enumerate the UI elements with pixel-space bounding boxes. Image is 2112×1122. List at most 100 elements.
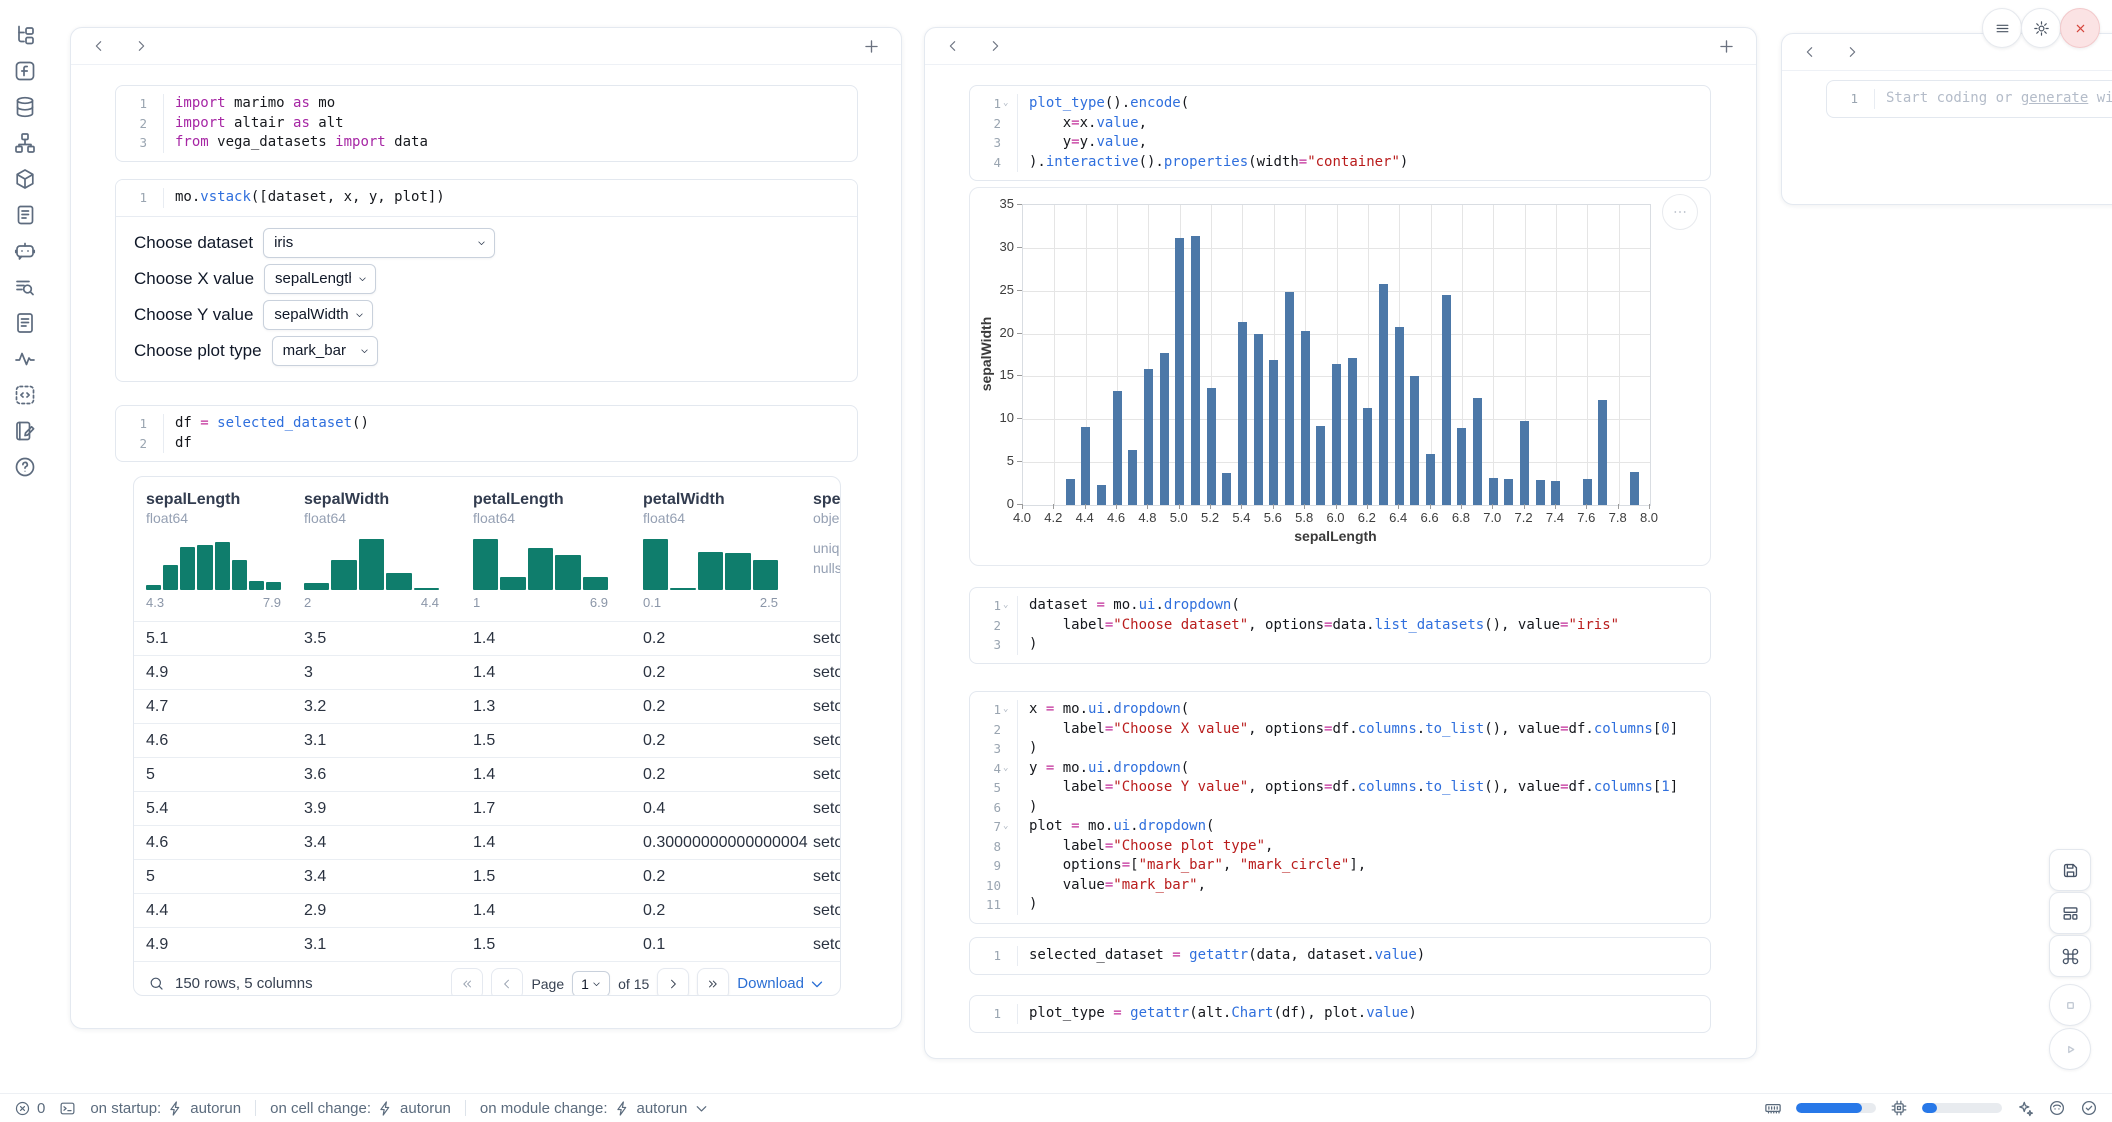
on-module-change-config[interactable]: on module change: autorun <box>480 1100 710 1117</box>
x-tick-label: 8.0 <box>1640 510 1658 525</box>
scroll-right-button[interactable] <box>1844 44 1860 60</box>
add-cell-button[interactable] <box>862 37 881 56</box>
chart-bar <box>1113 391 1122 505</box>
ai-sparkle-icon[interactable] <box>2016 1099 2034 1117</box>
line-number: 3 <box>970 635 1018 655</box>
page-select[interactable]: 1 <box>572 971 610 997</box>
table-search-icon[interactable] <box>148 975 165 992</box>
table-cell: setosa <box>813 936 841 954</box>
table-cell: 5 <box>146 868 304 886</box>
bolt-icon <box>167 1100 184 1117</box>
column-header-petalLength[interactable]: petalLengthfloat6416.9 <box>473 491 643 621</box>
altair-chart-output[interactable]: sepalLength sepalWidth 4.04.24.44.64.85.… <box>969 187 1711 566</box>
terminal-button[interactable] <box>59 1100 76 1117</box>
chart-bar <box>1066 479 1075 505</box>
code-cell-plot[interactable]: 1⌄plot_type().encode(2 x=x.value,3 y=y.v… <box>969 85 1711 181</box>
dropdown-choose-y-value[interactable]: sepalWidth <box>263 300 373 330</box>
code-line: import altair as alt <box>164 114 344 134</box>
logs-icon[interactable] <box>13 203 37 227</box>
snippets-icon[interactable] <box>13 311 37 335</box>
activity-sidebar <box>0 0 50 479</box>
dropdown-choose-x-value[interactable]: sepalLength <box>264 264 376 294</box>
scroll-right-button[interactable] <box>133 38 149 54</box>
bolt-icon <box>614 1100 631 1117</box>
add-cell-button[interactable] <box>1717 37 1736 56</box>
chart-bar <box>1363 408 1372 505</box>
dependencies-icon[interactable] <box>13 131 37 155</box>
table-row: 4.73.21.30.2setosa <box>134 689 840 723</box>
code-cell-dataset-dropdown[interactable]: 1⌄dataset = mo.ui.dropdown(2 label="Choo… <box>969 587 1711 664</box>
code-cell-imports[interactable]: 1import marimo as mo2import altair as al… <box>115 85 858 162</box>
table-cell: 1.3 <box>473 698 643 716</box>
chart-bar <box>1269 360 1278 505</box>
on-startup-config[interactable]: on startup: autorun <box>90 1100 241 1117</box>
prev-page-button[interactable] <box>491 968 523 997</box>
table-cell: 4.6 <box>146 732 304 750</box>
line-number: 7⌄ <box>970 817 1018 837</box>
scroll-left-button[interactable] <box>91 38 107 54</box>
scroll-left-button[interactable] <box>945 38 961 54</box>
column-header-sepalLength[interactable]: sepalLengthfloat644.37.9 <box>146 491 304 621</box>
table-cell: setosa <box>813 766 841 784</box>
download-button[interactable]: Download <box>737 975 826 993</box>
code-line: df = selected_dataset() <box>164 414 369 434</box>
table-cell: 4.6 <box>146 834 304 852</box>
close-panel-button[interactable] <box>2060 8 2100 48</box>
table-cell: 1.5 <box>473 936 643 954</box>
errors-indicator[interactable]: 0 <box>14 1100 45 1117</box>
chart-plot-area[interactable] <box>1022 204 1651 506</box>
empty-cell-editor[interactable]: 1Start coding or generate with AI <box>1826 80 2112 118</box>
table-cell: 3.4 <box>304 868 473 886</box>
copilot-icon[interactable] <box>2048 1099 2066 1117</box>
status-check-icon[interactable] <box>2080 1099 2098 1117</box>
code-cell-selected-dataset[interactable]: 1selected_dataset = getattr(data, datase… <box>969 937 1711 975</box>
line-number: 5 <box>970 778 1018 798</box>
x-tick-label: 4.2 <box>1044 510 1062 525</box>
last-page-button[interactable] <box>697 968 729 997</box>
column-header-petalWidth[interactable]: petalWidthfloat640.12.5 <box>643 491 813 621</box>
help-icon[interactable] <box>13 455 37 479</box>
x-tick-label: 7.0 <box>1483 510 1501 525</box>
next-page-button[interactable] <box>657 968 689 997</box>
command-palette-button[interactable] <box>2049 935 2091 977</box>
functions-icon[interactable] <box>13 59 37 83</box>
dropdown-choose-dataset[interactable]: iris <box>263 228 495 258</box>
code-line: ) <box>1018 895 1037 915</box>
run-all-button[interactable] <box>2049 1028 2091 1070</box>
code-cell-plot-type[interactable]: 1plot_type = getattr(alt.Chart(df), plot… <box>969 995 1711 1033</box>
on-cell-change-config[interactable]: on cell change: autorun <box>270 1100 451 1117</box>
code-line: y=y.value, <box>1018 133 1147 153</box>
table-cell: 5.4 <box>146 800 304 818</box>
documentation-icon[interactable] <box>13 419 37 443</box>
tracing-icon[interactable] <box>13 347 37 371</box>
save-button[interactable] <box>2049 849 2091 891</box>
file-tree-icon[interactable] <box>13 23 37 47</box>
line-number: 10 <box>970 876 1018 896</box>
code-cell-dataframe[interactable]: 1df = selected_dataset()2df <box>115 405 858 462</box>
line-number: 3 <box>970 739 1018 759</box>
table-cell: 2.9 <box>304 902 473 920</box>
packages-icon[interactable] <box>13 167 37 191</box>
scratchpad-icon[interactable] <box>13 383 37 407</box>
first-page-button[interactable] <box>451 968 483 997</box>
column-header-species[interactable]: speciesobjectuniquenulls: <box>813 491 841 621</box>
code-cell-xy-plot-dropdowns[interactable]: 1⌄x = mo.ui.dropdown(2 label="Choose X v… <box>969 691 1711 924</box>
layout-toggle-button[interactable] <box>2049 892 2091 934</box>
scroll-left-button[interactable] <box>1802 44 1818 60</box>
scroll-right-button[interactable] <box>987 38 1003 54</box>
dropdown-choose-plot-type[interactable]: mark_bar <box>272 336 378 366</box>
code-line: label="Choose dataset", options=data.lis… <box>1018 616 1619 636</box>
database-icon[interactable] <box>13 95 37 119</box>
chart-menu-button[interactable] <box>1662 194 1698 230</box>
table-cell: 5.1 <box>146 630 304 648</box>
notebook-menu-button[interactable] <box>1982 8 2022 48</box>
control-row: Choose Y valuesepalWidth <box>134 297 839 333</box>
chart-bar <box>1536 480 1545 505</box>
stop-kernel-button[interactable] <box>2049 984 2091 1026</box>
settings-button[interactable] <box>2021 8 2061 48</box>
outline-icon[interactable] <box>13 275 37 299</box>
column-header-sepalWidth[interactable]: sepalWidthfloat6424.4 <box>304 491 473 621</box>
code-cell-vstack[interactable]: 1mo.vstack([dataset, x, y, plot]) <box>116 180 857 217</box>
ai-chat-icon[interactable] <box>13 239 37 263</box>
chart-bar <box>1504 479 1513 505</box>
